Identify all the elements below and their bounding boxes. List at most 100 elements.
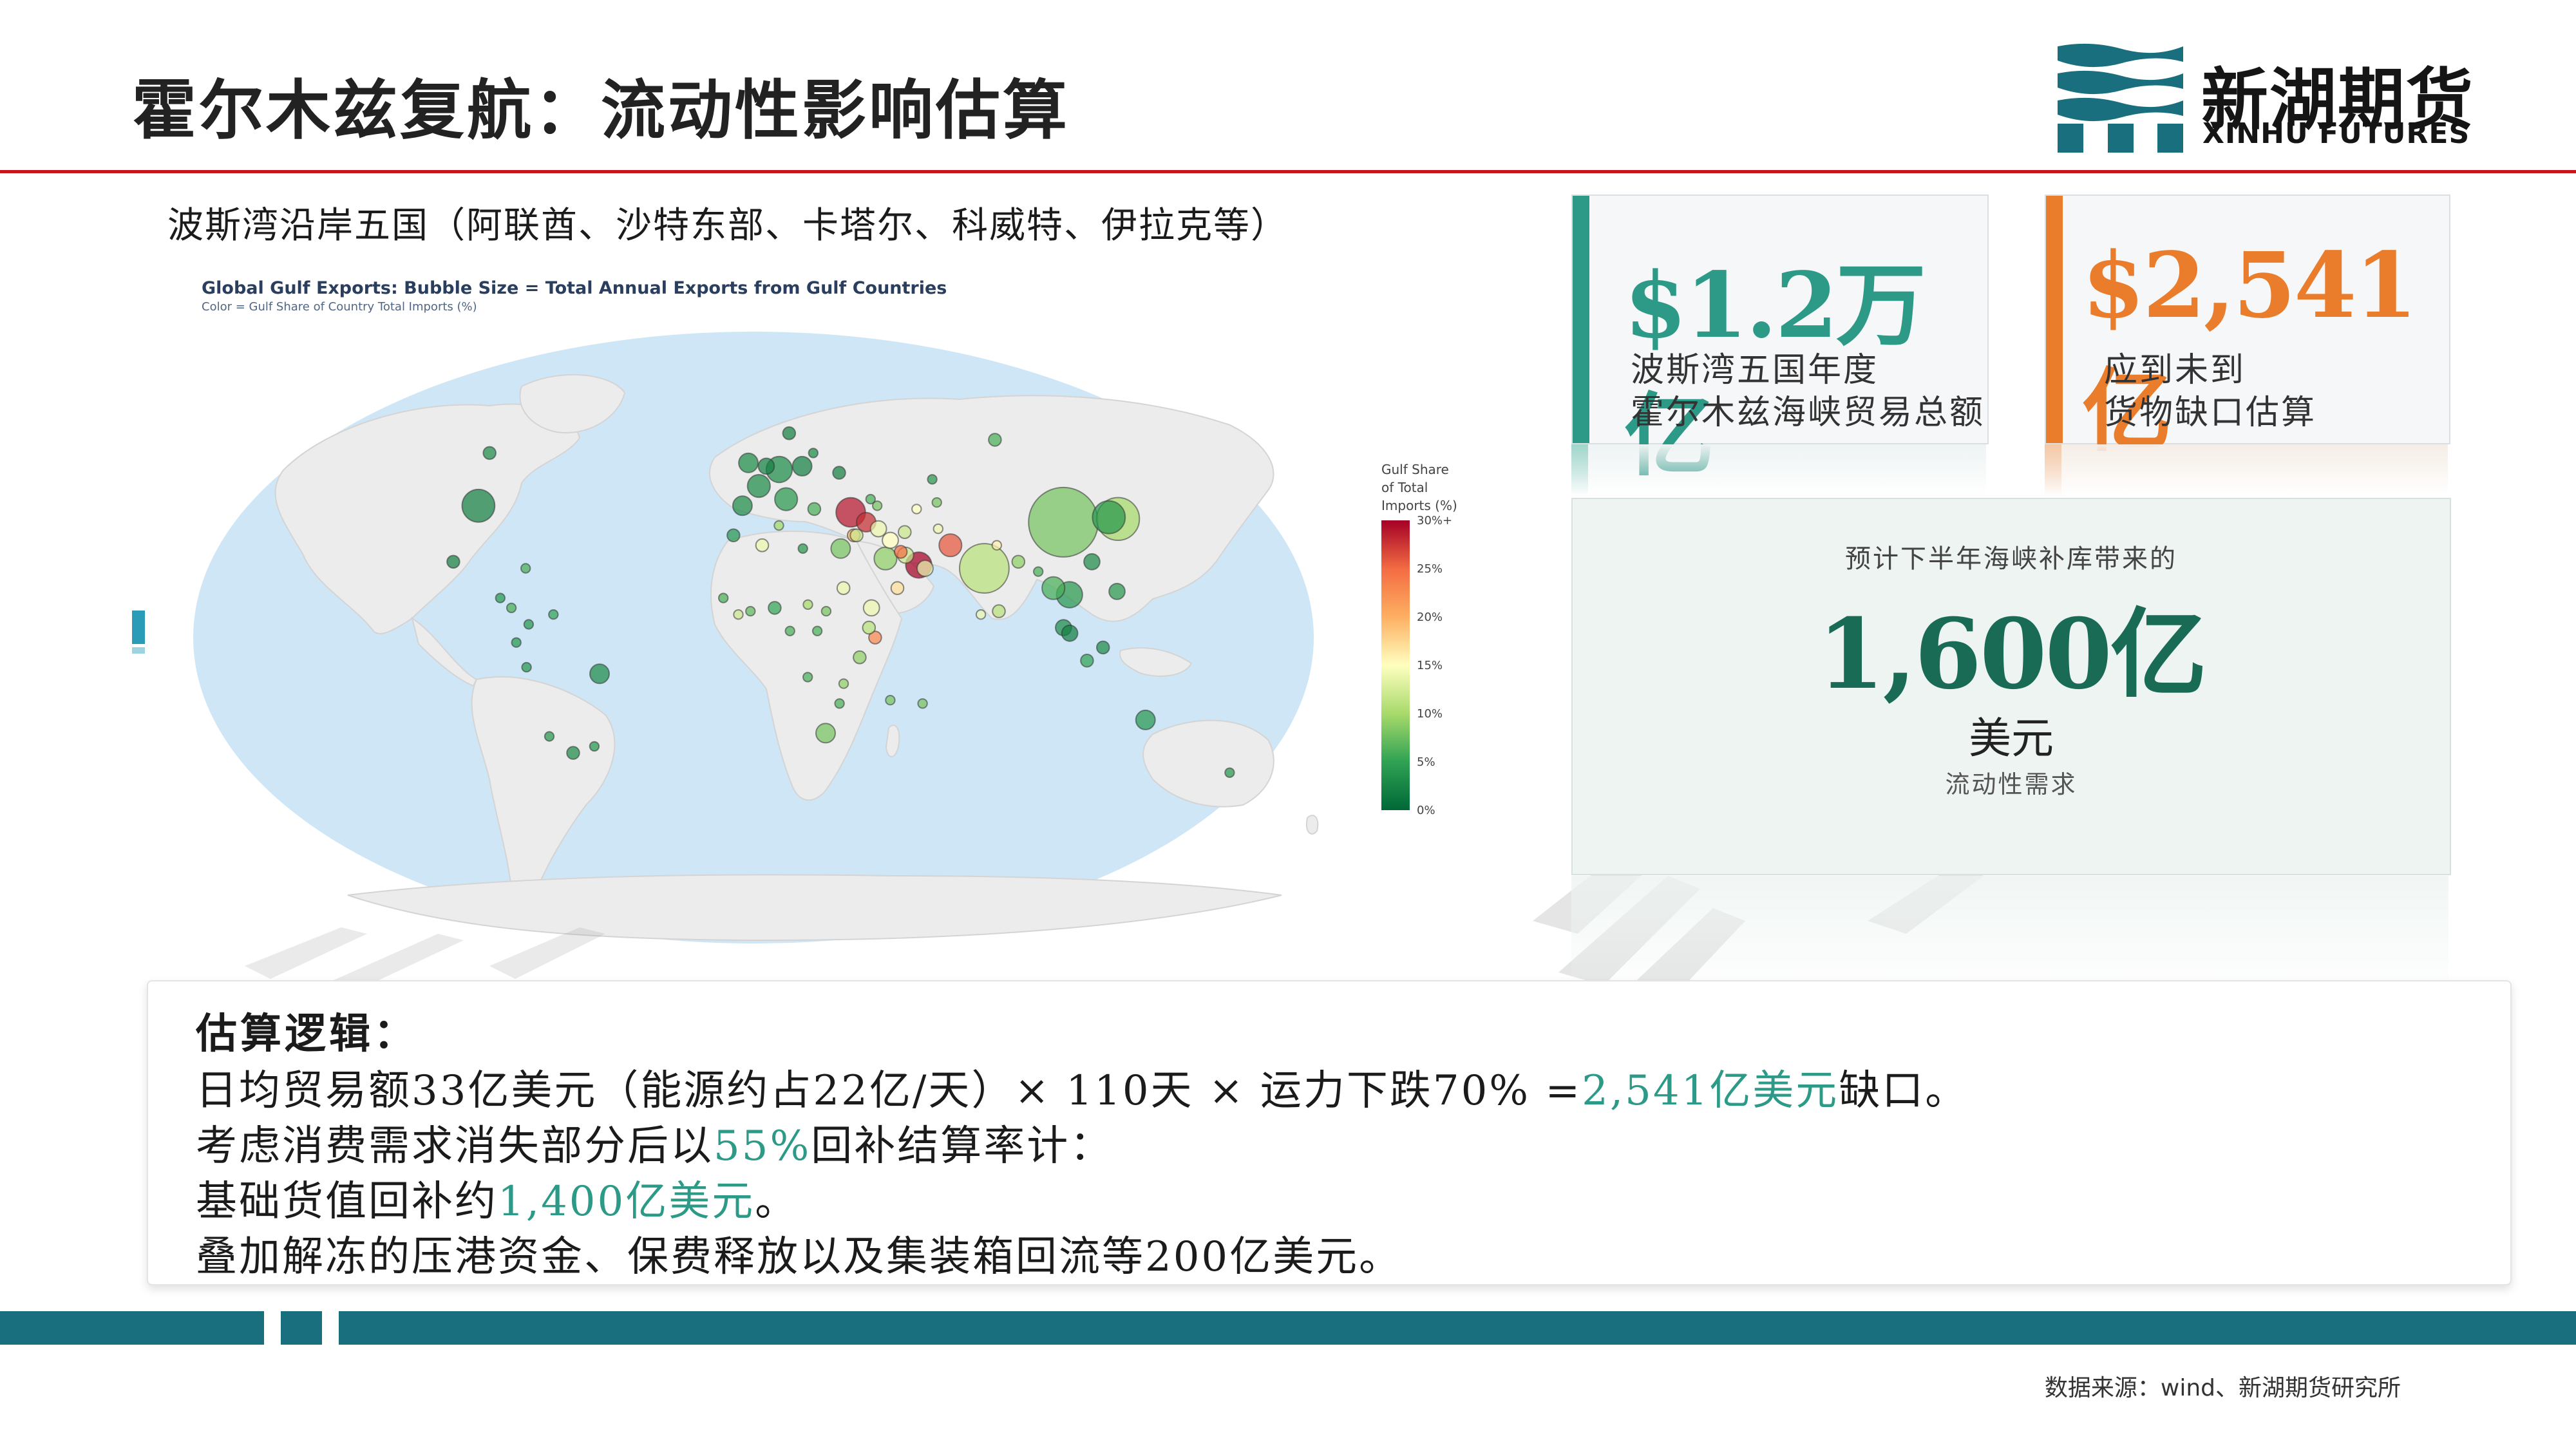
logic-line-3-tail: 。 — [755, 1178, 799, 1226]
bubble-1 — [959, 543, 1010, 594]
bubble-54 — [898, 525, 912, 540]
bubble-71 — [544, 731, 555, 742]
bubble-20 — [815, 723, 836, 744]
bubble-50 — [446, 554, 460, 569]
bubble-43 — [1080, 654, 1094, 668]
chart-title: Global Gulf Exports: Bubble Size = Total… — [202, 278, 947, 298]
bubble-38 — [832, 466, 846, 480]
bubble-40 — [807, 502, 822, 516]
liquidity-note: 流动性需求 — [1945, 770, 2078, 799]
footer-band — [0, 1311, 2576, 1345]
page-title: 霍尔木兹复航：流动性影响估算 — [132, 72, 1070, 148]
trade-total-label-line-2: 霍尔木兹海峡贸易总额 — [1631, 393, 1985, 432]
bubble-62 — [811, 625, 823, 636]
bubble-11 — [746, 474, 771, 498]
bubble-74 — [548, 609, 559, 620]
bubble-19 — [1135, 709, 1156, 730]
bubble-55 — [808, 448, 819, 459]
logic-line-1: 日均贸易额33亿美元（能源约占22亿/天）× 110天 × 运力下跌70% =2… — [196, 1057, 1968, 1117]
liquidity-unit: 美元 — [1969, 714, 2054, 763]
xinhu-logo-icon — [2058, 43, 2183, 153]
bubble-29 — [1108, 583, 1126, 600]
bubble-83 — [931, 497, 942, 508]
bubble-27 — [757, 457, 775, 475]
bubble-18 — [738, 452, 759, 473]
bubble-77 — [506, 602, 517, 614]
bubble-60 — [838, 678, 849, 689]
bubble-42 — [1096, 640, 1110, 655]
bubble-16 — [791, 455, 813, 477]
bubble-61 — [802, 672, 813, 683]
bubble-87 — [865, 493, 876, 505]
bubble-3 — [1092, 500, 1126, 535]
liquidity-value: 1,600亿 — [1817, 598, 2207, 711]
landmass-madagascar — [885, 724, 900, 757]
logic-line-3-text: 基础货值回补约 — [196, 1178, 498, 1226]
logic-line-4: 叠加解冻的压港资金、保费释放以及集装箱回流等200亿美元。 — [196, 1233, 1403, 1281]
bubble-9 — [938, 533, 963, 558]
shortfall-card: $2,541亿 应到未到 货物缺口估算 — [2045, 194, 2450, 464]
colorbar-tick-label: 30%+ — [1417, 514, 1452, 527]
bubble-70 — [917, 698, 928, 709]
colorbar-tick-label: 0% — [1417, 804, 1435, 817]
bubble-21 — [589, 663, 610, 685]
bubble-28 — [1083, 553, 1101, 571]
bubble-52 — [992, 604, 1006, 618]
bubble-map-chart: Gulf Share of Total Imports (%) 30%+ 25% 2… — [187, 328, 1507, 947]
bubble-78 — [495, 592, 506, 603]
bubble-88 — [911, 504, 922, 515]
colorbar-title-line-2: of Total — [1381, 480, 1428, 495]
bubble-0 — [1028, 486, 1099, 558]
card-reflection — [2045, 444, 2448, 496]
bubble-84 — [933, 523, 944, 535]
bubble-69 — [885, 695, 896, 706]
trade-total-label-line-1: 波斯湾五国年度 — [1631, 351, 1879, 390]
colorbar-tick-label: 25% — [1417, 562, 1443, 576]
footer-band-gap — [264, 1311, 281, 1345]
bubble-58 — [797, 543, 808, 554]
bubble-34 — [849, 528, 864, 543]
colorbar-tick-label: 20% — [1417, 611, 1443, 624]
colorbar-tick-label: 15% — [1417, 659, 1443, 672]
bubble-79 — [520, 563, 531, 574]
bubble-41 — [988, 433, 1002, 447]
bubble-45 — [755, 538, 770, 553]
footer-band-gap — [322, 1311, 339, 1345]
bubble-47 — [836, 581, 851, 596]
bubble-53 — [1011, 554, 1026, 569]
logic-line-3: 基础货值回补约1,400亿美元。 — [196, 1168, 798, 1227]
bubble-32 — [893, 545, 908, 559]
shortfall-label-line-2: 货物缺口估算 — [2104, 393, 2317, 432]
bubble-10 — [873, 546, 898, 571]
card-accent-bar — [2046, 196, 2063, 443]
bubble-75 — [511, 637, 522, 648]
bubble-65 — [718, 592, 729, 603]
colorbar-tick-label: 10% — [1417, 707, 1443, 721]
bubble-76 — [589, 741, 600, 752]
trade-total-card: $1.2万亿 波斯湾五国年度 霍尔木兹海峡贸易总额 — [1571, 194, 1989, 489]
colorbar-ticks: 30%+ 25% 20% 15% 10% 5% 0% — [1417, 514, 1452, 817]
bubble-68 — [802, 599, 813, 610]
bubble-15 — [830, 538, 851, 559]
bubble-12 — [774, 487, 799, 511]
liquidity-caption: 预计下半年海峡补库带来的 — [1845, 544, 2177, 574]
colorbar-title-line-1: Gulf Share — [1381, 462, 1449, 477]
logic-heading: 估算逻辑： — [196, 1010, 418, 1058]
colorbar-tick-label: 5% — [1417, 755, 1435, 769]
colorbar-title-line-3: Imports (%) — [1381, 498, 1457, 513]
logic-line-2-text: 考虑消费需求消失部分后以 — [196, 1122, 714, 1170]
bubble-72 — [521, 661, 532, 673]
logic-line-2-tail: 回补结算率计： — [811, 1122, 1113, 1170]
logo-english-name: XINHU FUTURES — [2202, 117, 2470, 150]
bubble-85 — [927, 474, 938, 485]
colorbar: Gulf Share of Total Imports (%) 30%+ 25% 2… — [1381, 462, 1457, 817]
logic-line-2-highlight: 55% — [714, 1122, 811, 1170]
bubble-64 — [745, 605, 756, 617]
bubble-25 — [869, 520, 887, 538]
bubble-26 — [862, 599, 880, 617]
bubble-44 — [768, 601, 782, 615]
bubble-81 — [991, 540, 1003, 551]
bubble-66 — [733, 609, 744, 620]
logic-line-1-highlight: 2,541亿美元 — [1582, 1067, 1839, 1115]
bubble-39 — [782, 426, 797, 440]
